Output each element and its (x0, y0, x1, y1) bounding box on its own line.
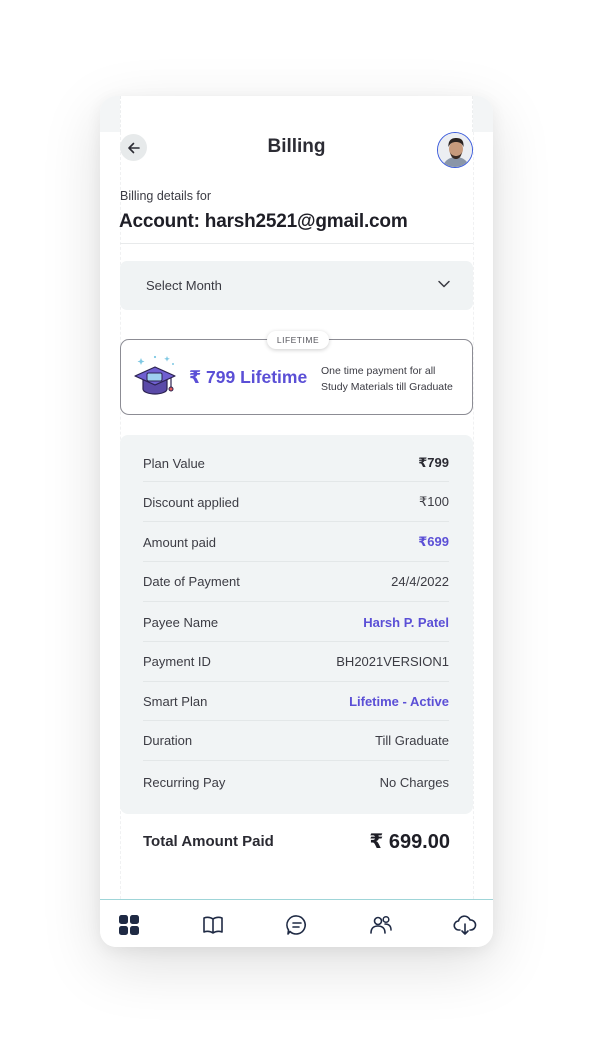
row-divider (143, 720, 449, 721)
detail-label: Duration (143, 733, 193, 748)
detail-value: BH2021VERSION1 (336, 654, 449, 669)
detail-label: Payee Name (143, 615, 219, 630)
detail-value: Harsh P. Patel (363, 615, 449, 630)
detail-value: No Charges (379, 775, 449, 790)
divider (120, 243, 473, 244)
month-select-label: Select Month (146, 278, 222, 293)
nav-dashboard[interactable] (117, 913, 141, 937)
row-divider (143, 601, 449, 602)
detail-row-smart-plan: Smart Plan Lifetime - Active (143, 694, 449, 709)
row-divider (143, 561, 449, 562)
billing-details-label: Billing details for (120, 189, 212, 203)
detail-value: ₹699 (418, 534, 449, 549)
row-divider (143, 521, 449, 522)
plan-card[interactable]: LIFETIME ₹ 799 Lifetime One time payment… (120, 331, 473, 415)
nav-community[interactable] (369, 913, 393, 937)
detail-row-date: Date of Payment 24/4/2022 (143, 574, 449, 589)
plan-note-line-2: Study Materials till Graduate (321, 381, 453, 393)
plan-badge: LIFETIME (267, 331, 329, 349)
detail-value: Till Graduate (375, 733, 449, 748)
billing-details-panel: Plan Value ₹799 Discount applied ₹100 Am… (120, 435, 473, 814)
plan-note: One time payment for all Study Materials… (321, 363, 453, 395)
plan-price: ₹ 799 Lifetime (189, 367, 308, 387)
plan-note-line-1: One time payment for all (321, 365, 436, 377)
nav-downloads[interactable] (453, 913, 477, 937)
graduation-cap-icon (134, 355, 176, 395)
chat-icon (286, 915, 306, 935)
month-select[interactable]: Select Month (120, 261, 473, 310)
detail-value: 24/4/2022 (391, 574, 449, 589)
chevron-down-icon (438, 280, 450, 288)
detail-value: Lifetime - Active (349, 694, 449, 709)
people-icon (370, 915, 392, 934)
page-title: Billing (267, 136, 326, 157)
book-icon (203, 916, 223, 934)
detail-label: Smart Plan (143, 694, 208, 709)
layout-guide (473, 132, 474, 899)
detail-label: Recurring Pay (143, 775, 226, 790)
detail-label: Discount applied (143, 494, 240, 510)
bottom-nav (100, 899, 493, 947)
total-amount: ₹ 699.00 (369, 831, 450, 853)
detail-label: Payment ID (143, 654, 211, 669)
cloud-download-icon (453, 915, 477, 935)
detail-value: ₹799 (418, 455, 449, 470)
avatar[interactable] (437, 132, 473, 168)
nav-chat[interactable] (285, 913, 309, 937)
total-row: Total Amount Paid ₹ 699.00 (143, 829, 450, 854)
total-label: Total Amount Paid (143, 833, 274, 850)
user-avatar-icon (438, 133, 472, 167)
detail-row-duration: Duration Till Graduate (143, 733, 449, 748)
detail-row-amount-paid: Amount paid ₹699 (143, 534, 449, 550)
detail-row-discount: Discount applied ₹100 (143, 494, 449, 510)
detail-label: Date of Payment (143, 574, 240, 589)
row-divider (143, 760, 449, 761)
row-divider (143, 641, 449, 642)
phone-frame: Billing Billing details for Account: har… (100, 96, 493, 947)
detail-value: ₹100 (419, 494, 449, 509)
detail-row-recurring: Recurring Pay No Charges (143, 775, 449, 790)
nav-library[interactable] (201, 913, 225, 937)
status-strip (100, 96, 493, 132)
account-title: Account: harsh2521@gmail.com (119, 211, 408, 232)
detail-row-payee: Payee Name Harsh P. Patel (143, 615, 449, 630)
detail-row-payment-id: Payment ID BH2021VERSION1 (143, 654, 449, 669)
dashboard-icon (119, 915, 139, 935)
detail-row-plan-value: Plan Value ₹799 (143, 455, 449, 471)
detail-label: Plan Value (143, 455, 205, 471)
row-divider (143, 481, 449, 482)
app-header: Billing (100, 132, 493, 184)
detail-label: Amount paid (143, 534, 216, 550)
row-divider (143, 681, 449, 682)
